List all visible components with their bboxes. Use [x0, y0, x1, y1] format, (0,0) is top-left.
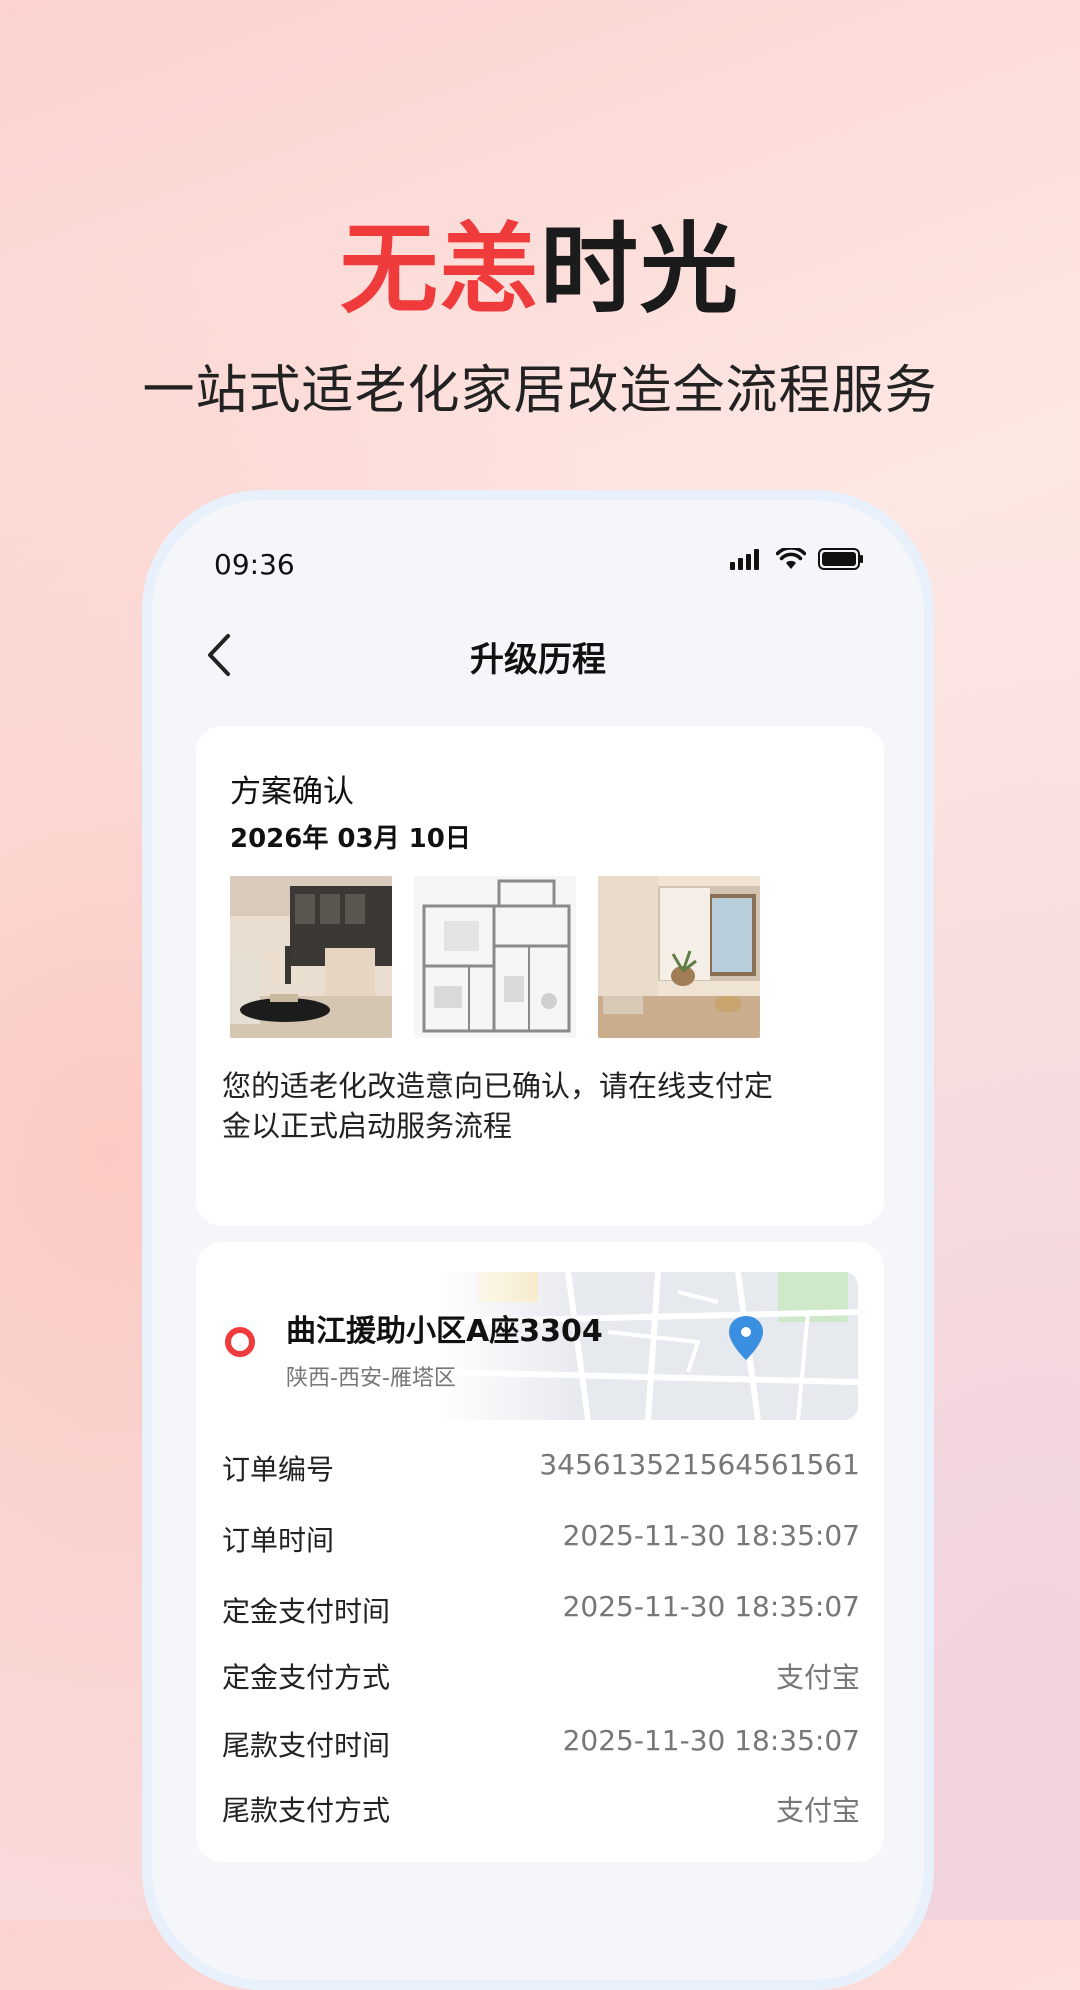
- order-row-value: 支付宝: [775, 1794, 860, 1827]
- order-row-label: 尾款支付时间: [222, 1729, 391, 1762]
- order-row-label: 尾款支付方式: [222, 1794, 391, 1827]
- battery-icon: [818, 548, 863, 570]
- order-info-card: 曲江援助小区A座3304 陕西-西安-雁塔区 订单编号 345613521564…: [196, 1242, 884, 1862]
- order-row-label: 定金支付方式: [222, 1661, 391, 1694]
- wifi-icon: [776, 548, 806, 569]
- status-time: 09:36: [214, 548, 295, 581]
- headline-red-part: 无恙: [339, 213, 540, 327]
- order-row: 定金支付方式 支付宝: [222, 1656, 860, 1696]
- marketing-subheadline: 一站式适老化家居改造全流程服务: [142, 361, 938, 421]
- plan-images: [230, 876, 760, 1038]
- nav-bar: 升级历程: [152, 620, 924, 690]
- order-row: 定金支付时间 2025-11-30 18:35:07: [222, 1590, 860, 1630]
- order-row-value: 2025-11-30 18:35:07: [562, 1724, 860, 1757]
- order-row-value: 345613521564561561: [539, 1448, 860, 1481]
- phone-screen: 09:36 升级历程 方案确认 2026年 03月 10日 您的适老化改造意向已…: [152, 500, 924, 1980]
- floor-plan-image[interactable]: [414, 876, 576, 1038]
- order-row: 订单编号 345613521564561561: [222, 1448, 860, 1488]
- plan-title: 方案确认: [230, 774, 354, 810]
- location-ring-icon: [225, 1327, 255, 1357]
- plan-confirm-card: 方案确认 2026年 03月 10日 您的适老化改造意向已确认，请在线支付定金以…: [196, 726, 884, 1226]
- address-region: 陕西-西安-雁塔区: [286, 1366, 456, 1391]
- order-row-value: 2025-11-30 18:35:07: [562, 1519, 860, 1552]
- order-row: 尾款支付时间 2025-11-30 18:35:07: [222, 1724, 860, 1764]
- status-icons: [730, 548, 864, 570]
- signal-icon: [730, 549, 759, 570]
- order-row: 尾款支付方式 支付宝: [222, 1789, 860, 1829]
- order-row-label: 订单时间: [222, 1524, 335, 1557]
- order-row-value: 支付宝: [775, 1661, 860, 1694]
- plan-description: 您的适老化改造意向已确认，请在线支付定金以正式启动服务流程: [222, 1069, 774, 1143]
- order-row-value: 2025-11-30 18:35:07: [562, 1590, 860, 1623]
- plan-date: 2026年 03月 10日: [230, 824, 471, 854]
- order-row-label: 订单编号: [222, 1453, 335, 1486]
- order-row: 订单时间 2025-11-30 18:35:07: [222, 1519, 860, 1559]
- address-name: 曲江援助小区A座3304: [286, 1314, 603, 1349]
- phone-frame: 09:36 升级历程 方案确认 2026年 03月 10日 您的适老化改造意向已…: [142, 490, 934, 1990]
- marketing-headline: 无恙时光: [0, 215, 1080, 325]
- order-row-label: 定金支付时间: [222, 1595, 391, 1628]
- headline-dark-part: 时光: [540, 213, 741, 327]
- living-room-photo[interactable]: [230, 876, 392, 1038]
- balcony-room-photo[interactable]: [598, 876, 760, 1038]
- page-title: 升级历程: [470, 640, 606, 680]
